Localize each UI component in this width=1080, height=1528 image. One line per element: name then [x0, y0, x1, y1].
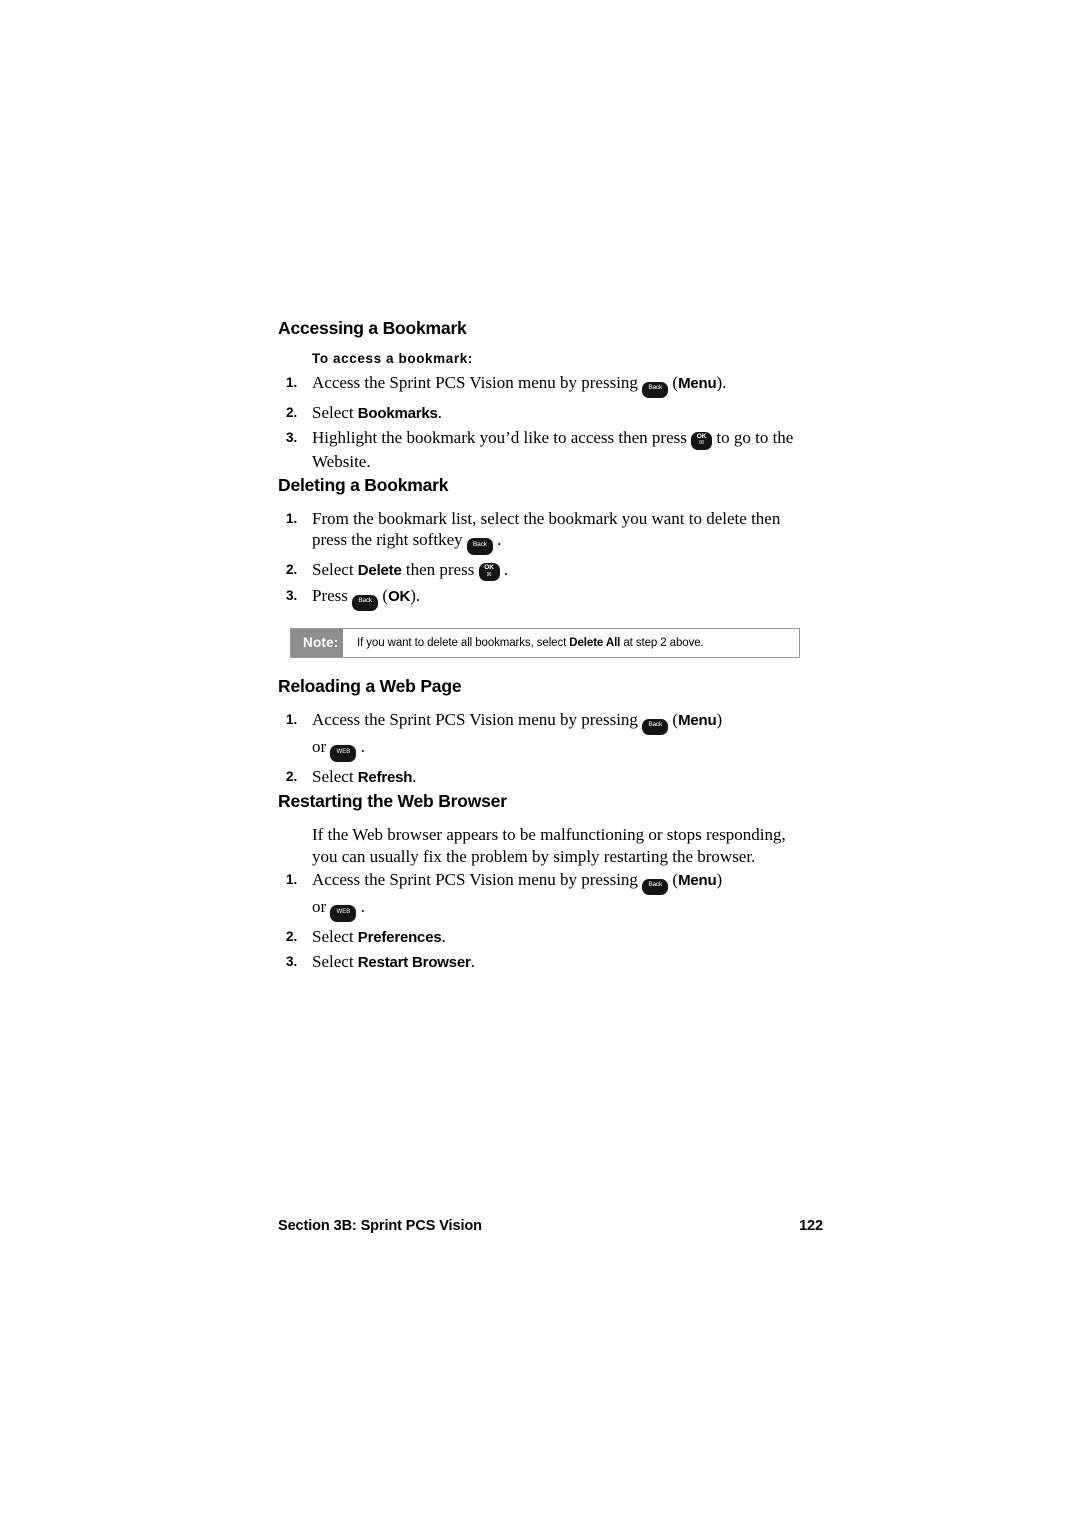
step-number: 1. — [286, 510, 298, 526]
note-box: Note: If you want to delete all bookmark… — [290, 628, 800, 658]
step-text-period: . — [360, 897, 365, 916]
step-text-cont: then press — [405, 559, 475, 579]
refresh-label: Refresh — [357, 769, 413, 786]
step-text-period: . — [412, 767, 417, 786]
back-key-icon: Back — [642, 381, 669, 398]
step-text-paren-close: ). — [716, 373, 727, 392]
ok-key-bottom-label: ☒ — [486, 571, 492, 578]
step-number: 2. — [286, 405, 298, 420]
restart-browser-label: Restart Browser — [357, 954, 471, 971]
back-key-icon: Back — [642, 718, 669, 735]
manual-page: Accessing a Bookmark To access a bookmar… — [0, 0, 1080, 1528]
menu-label: Menu — [678, 375, 717, 392]
page-content: Accessing a Bookmark To access a bookmar… — [278, 318, 808, 976]
step-number: 2. — [286, 561, 298, 577]
list-item: 2. Select Preferences. — [278, 926, 808, 948]
footer-section-label: Section 3B: Sprint PCS Vision — [278, 1218, 482, 1234]
step-text: Access the Sprint PCS Vision menu by pre… — [312, 373, 638, 392]
step-text-paren-close: ) — [716, 870, 723, 889]
list-item: 1. From the bookmark list, select the bo… — [278, 508, 808, 556]
step-text: From the bookmark list, select the bookm… — [312, 508, 781, 549]
step-text-or: or — [312, 897, 327, 916]
note-label: Note: — [291, 629, 343, 657]
list-item: 3. Highlight the bookmark you’d like to … — [278, 427, 808, 472]
heading-accessing-a-bookmark: Accessing a Bookmark — [278, 318, 467, 338]
step-text: Select — [312, 927, 354, 946]
step-text-paren-close: ). — [410, 586, 421, 605]
step-number: 3. — [286, 588, 298, 603]
menu-label: Menu — [678, 872, 717, 889]
ok-key-icon: OK ☒ — [478, 563, 500, 581]
web-key-icon: WEB — [330, 905, 357, 922]
menu-label: Menu — [678, 712, 717, 729]
list-item: 3. Select Restart Browser. — [278, 951, 808, 973]
list-item: 1. Access the Sprint PCS Vision menu by … — [278, 372, 808, 399]
step-text: Access the Sprint PCS Vision menu by pre… — [312, 870, 638, 889]
step-number: 3. — [286, 954, 298, 969]
list-item: 2. Select Refresh. — [278, 766, 808, 788]
heading-deleting-a-bookmark: Deleting a Bookmark — [278, 474, 449, 495]
step-text-period: . — [470, 952, 475, 971]
footer-page-number: 122 — [799, 1218, 823, 1234]
steps-reloading-a-web-page: 1. Access the Sprint PCS Vision menu by … — [278, 709, 808, 788]
step-number: 1. — [286, 712, 298, 727]
note-text: If you want to delete all bookmarks, sel… — [343, 629, 712, 657]
list-item: 1. Access the Sprint PCS Vision menu by … — [278, 869, 808, 923]
step-text-period: . — [497, 529, 502, 549]
preferences-label: Preferences — [357, 929, 442, 946]
list-item: 2. Select Bookmarks. — [278, 402, 808, 424]
heading-reloading-a-web-page: Reloading a Web Page — [278, 676, 462, 696]
steps-accessing-a-bookmark: 1. Access the Sprint PCS Vision menu by … — [278, 372, 808, 472]
steps-deleting-a-bookmark: 1. From the bookmark list, select the bo… — [278, 508, 808, 613]
note-text-bold: Delete All — [569, 637, 621, 649]
step-number: 2. — [286, 929, 298, 944]
back-key-icon: Back — [466, 538, 493, 555]
list-item: 3. Press Back (OK). — [278, 585, 808, 612]
step-number: 1. — [286, 375, 298, 390]
web-key-icon: WEB — [330, 745, 357, 762]
delete-label: Delete — [357, 561, 402, 579]
step-text: Press — [312, 586, 348, 605]
ok-key-icon: OK ☒ — [691, 431, 713, 450]
step-text-period: . — [503, 559, 509, 579]
step-number: 2. — [286, 769, 298, 784]
step-text: Select — [312, 559, 354, 579]
back-key-icon: Back — [642, 878, 669, 895]
bookmarks-label: Bookmarks — [357, 405, 438, 422]
ok-key-bottom-label: ☒ — [699, 440, 705, 446]
step-number: 1. — [286, 872, 298, 887]
ok-label: OK — [388, 588, 411, 605]
step-text-paren-close: ) — [716, 710, 723, 729]
step-text: Select — [312, 403, 354, 422]
list-item: 1. Access the Sprint PCS Vision menu by … — [278, 709, 808, 763]
step-text-period: . — [437, 403, 442, 422]
note-text-before: If you want to delete all bookmarks, sel… — [357, 637, 570, 649]
page-footer: Section 3B: Sprint PCS Vision 122 — [278, 1218, 823, 1234]
step-text: Access the Sprint PCS Vision menu by pre… — [312, 710, 638, 729]
heading-restarting-the-web-browser: Restarting the Web Browser — [278, 791, 507, 811]
paragraph-restarting-browser: If the Web browser appears to be malfunc… — [312, 825, 786, 866]
step-text-or: or — [312, 737, 327, 756]
step-text-period: . — [360, 737, 365, 756]
step-text-period: . — [441, 927, 446, 946]
step-text: Select — [312, 952, 354, 971]
steps-restarting-the-web-browser: 1. Access the Sprint PCS Vision menu by … — [278, 869, 808, 973]
step-number: 3. — [286, 430, 298, 445]
list-item: 2. Select Delete then press OK ☒ . — [278, 559, 808, 583]
back-key-icon: Back — [352, 594, 379, 611]
note-text-after: at step 2 above. — [620, 637, 704, 649]
subheading-to-access-a-bookmark: To access a bookmark: — [312, 351, 473, 366]
step-text: Select — [312, 767, 354, 786]
step-text: Highlight the bookmark you’d like to acc… — [312, 428, 687, 447]
